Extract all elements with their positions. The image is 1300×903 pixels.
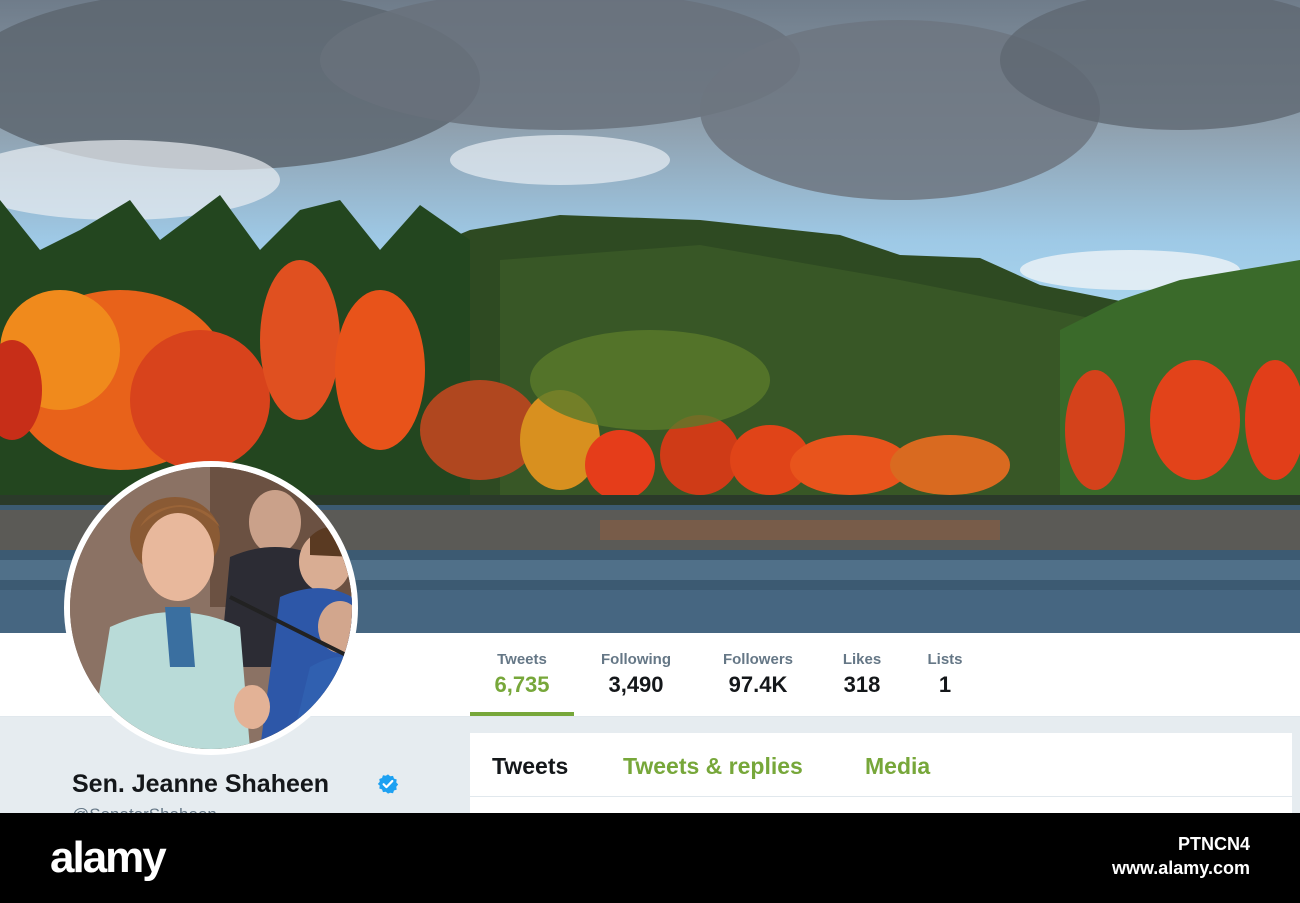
stat-label: Followers xyxy=(722,651,793,668)
timeline-tabs: Tweets Tweets & replies Media xyxy=(470,733,1292,797)
stat-likes[interactable]: Likes 318 xyxy=(834,651,890,698)
stat-value: 3,490 xyxy=(608,672,664,697)
tab-tweets-replies[interactable]: Tweets & replies xyxy=(623,753,803,780)
verified-badge-icon xyxy=(377,774,399,794)
stat-value: 1 xyxy=(938,672,952,697)
stat-label: Lists xyxy=(927,651,963,668)
timeline-feed xyxy=(470,797,1292,813)
profile-photo xyxy=(70,467,352,749)
stat-label: Tweets xyxy=(497,651,547,668)
watermark-brand: alamy xyxy=(50,833,167,882)
tab-media[interactable]: Media xyxy=(865,753,930,780)
watermark-bar xyxy=(0,813,1300,903)
stat-label: Following xyxy=(601,651,671,668)
watermark-url: www.alamy.com xyxy=(1111,858,1250,878)
stat-value: 318 xyxy=(843,672,881,697)
active-stat-indicator xyxy=(470,712,574,716)
avatar[interactable] xyxy=(64,461,358,755)
stat-following[interactable]: Following 3,490 xyxy=(592,651,680,698)
stat-label: Likes xyxy=(842,651,882,668)
stat-value: 6,735 xyxy=(494,672,550,697)
stat-followers[interactable]: Followers 97.4K xyxy=(713,651,803,698)
profile-name[interactable]: Sen. Jeanne Shaheen xyxy=(72,770,329,799)
stat-lists[interactable]: Lists 1 xyxy=(922,651,968,698)
tab-tweets[interactable]: Tweets xyxy=(492,753,568,780)
watermark-image-id: PTNCN4 xyxy=(1177,834,1250,854)
stat-tweets[interactable]: Tweets 6,735 xyxy=(486,651,558,698)
stat-value: 97.4K xyxy=(728,672,788,697)
